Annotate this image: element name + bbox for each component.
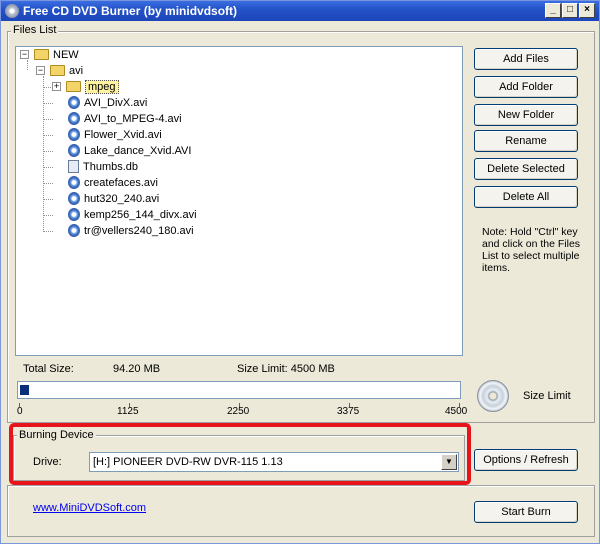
file-name: AVI_DivX.avi [84, 97, 148, 109]
collapse-toggle[interactable]: − [36, 66, 45, 75]
file-name: kemp256_144_divx.avi [84, 209, 197, 221]
size-limit-button[interactable]: Size Limit [523, 390, 571, 402]
tick-label: 1125 [117, 406, 139, 417]
tree-item-label: avi [69, 65, 84, 77]
file-item[interactable]: createfaces.avi [68, 175, 158, 191]
file-item[interactable]: Lake_dance_Xvid.AVI [68, 143, 191, 159]
file-name: createfaces.avi [84, 177, 158, 189]
size-progress-bar [17, 381, 461, 399]
file-name: hut320_240.avi [84, 193, 160, 205]
video-file-icon [68, 175, 80, 189]
files-tree[interactable]: − NEW − avi + mpeg AVI_DivX.avi AVI_to_M… [15, 46, 463, 356]
new-folder-button[interactable]: New Folder [474, 104, 578, 126]
app-window: Free CD DVD Burner (by minidvdsoft) _ □ … [0, 0, 600, 544]
rename-button[interactable]: Rename [474, 130, 578, 152]
file-item[interactable]: hut320_240.avi [68, 191, 159, 207]
video-file-icon [68, 223, 80, 237]
file-item[interactable]: AVI_to_MPEG-4.avi [68, 111, 182, 127]
title-bar[interactable]: Free CD DVD Burner (by minidvdsoft) _ □ … [1, 1, 599, 21]
video-file-icon [68, 191, 80, 205]
video-file-icon [68, 207, 80, 221]
disc-app-icon [5, 4, 19, 18]
size-progress-fill [20, 385, 29, 395]
file-item[interactable]: kemp256_144_divx.avi [68, 207, 197, 223]
file-item[interactable]: Flower_Xvid.avi [68, 127, 162, 143]
folder-icon [66, 80, 81, 92]
video-file-icon [68, 111, 80, 125]
tick-label: 0 [17, 406, 23, 417]
file-item[interactable]: AVI_DivX.avi [68, 95, 147, 111]
files-list-label: Files List [11, 24, 59, 36]
database-file-icon [68, 159, 79, 173]
delete-selected-button[interactable]: Delete Selected [474, 158, 578, 180]
total-size-label: Total Size: [23, 363, 74, 375]
tree-item-label: NEW [53, 49, 79, 61]
file-name: tr@vellers240_180.avi [84, 225, 194, 237]
file-name: Thumbs.db [83, 161, 139, 173]
start-burn-button[interactable]: Start Burn [474, 501, 578, 523]
tick-label: 2250 [227, 406, 250, 417]
collapse-toggle[interactable]: − [20, 50, 29, 59]
close-button[interactable]: × [579, 3, 595, 18]
file-name: Flower_Xvid.avi [84, 129, 162, 141]
file-item[interactable]: tr@vellers240_180.avi [68, 223, 194, 239]
tick-label: 4500 [445, 406, 468, 417]
disc-icon[interactable] [477, 380, 509, 412]
options-refresh-button[interactable]: Options / Refresh [474, 449, 578, 471]
multi-select-note: Note: Hold "Ctrl" key and click on the F… [482, 226, 581, 274]
website-link[interactable]: www.MiniDVDSoft.com [33, 502, 146, 514]
tick-label: 3375 [337, 406, 360, 417]
expand-toggle[interactable]: + [52, 82, 61, 91]
total-size-value: 94.20 MB [113, 363, 161, 375]
delete-all-button[interactable]: Delete All [474, 186, 578, 208]
file-name: AVI_to_MPEG-4.avi [84, 113, 182, 125]
video-file-icon [68, 95, 80, 109]
highlight-frame [9, 423, 471, 485]
folder-icon [50, 64, 65, 76]
maximize-button[interactable]: □ [562, 3, 578, 18]
file-name: Lake_dance_Xvid.AVI [84, 145, 192, 157]
window-title: Free CD DVD Burner (by minidvdsoft) [23, 4, 238, 18]
tree-item-label: mpeg [85, 80, 119, 94]
folder-icon [34, 48, 49, 60]
video-file-icon [68, 143, 80, 157]
size-limit-text: Size Limit: 4500 MB [237, 363, 335, 375]
add-files-button[interactable]: Add Files [474, 48, 578, 70]
add-folder-button[interactable]: Add Folder [474, 76, 578, 98]
video-file-icon [68, 127, 80, 141]
minimize-button[interactable]: _ [545, 3, 561, 18]
file-item[interactable]: Thumbs.db [68, 159, 138, 175]
